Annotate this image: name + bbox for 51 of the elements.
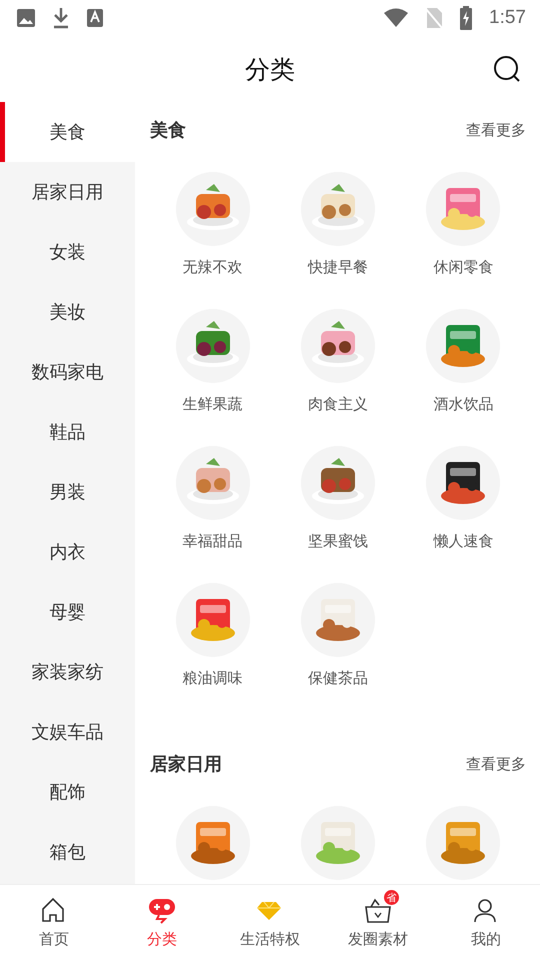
category-label[interactable]: 肉食主义 xyxy=(308,395,368,414)
sidebar-item[interactable]: 居家日用 xyxy=(0,162,135,222)
category-label[interactable]: 生鲜果蔬 xyxy=(182,395,243,414)
sidebar-item[interactable]: 家装家纺 xyxy=(0,642,135,702)
sidebar-item[interactable]: 美食 xyxy=(0,102,135,162)
section-title: 美食 xyxy=(150,119,186,142)
battery-charging-icon xyxy=(459,6,474,30)
status-time: 1:57 xyxy=(489,7,526,29)
sidebar-item[interactable]: 母婴 xyxy=(0,582,135,642)
home-icon xyxy=(39,896,67,924)
category-label[interactable]: 快捷早餐 xyxy=(308,258,368,277)
category-label[interactable]: 粮油调味 xyxy=(182,669,243,688)
sidebar-item[interactable]: 箱包 xyxy=(0,822,135,882)
wifi-icon xyxy=(383,8,410,28)
category-label[interactable]: 酒水饮品 xyxy=(433,395,494,414)
tab-label: 我的 xyxy=(471,930,501,949)
badge: 省 xyxy=(384,890,399,905)
download-icon xyxy=(52,7,70,29)
tab-label: 首页 xyxy=(39,930,69,949)
sidebar-item[interactable]: 女装 xyxy=(0,222,135,282)
tab-bar-item[interactable]: 分类 xyxy=(108,885,216,960)
tab-label: 发圈素材 xyxy=(348,930,408,949)
sidebar-item[interactable]: 鞋品 xyxy=(0,402,135,462)
see-more-link[interactable]: 查看更多 xyxy=(466,120,526,140)
see-more-link[interactable]: 查看更多 xyxy=(466,754,526,774)
category-label[interactable]: 休闲零食 xyxy=(433,258,494,277)
category-label[interactable]: 坚果蜜饯 xyxy=(308,532,368,551)
sidebar-item[interactable]: 美妆 xyxy=(0,282,135,342)
category-label[interactable]: 保健茶品 xyxy=(308,669,368,688)
tab-bar-item[interactable]: 首页 xyxy=(0,885,108,960)
page-title: 分类 xyxy=(245,54,295,86)
user-icon xyxy=(471,896,499,924)
tab-bar-item[interactable]: 省 发圈素材 xyxy=(324,885,432,960)
section-title: 居家日用 xyxy=(150,753,222,776)
tab-bar-item[interactable]: 生活特权 xyxy=(216,885,324,960)
category-label[interactable]: 幸福甜品 xyxy=(182,532,243,551)
tab-bar-item[interactable]: 我的 xyxy=(432,885,540,960)
category-label[interactable]: 懒人速食 xyxy=(433,532,494,551)
sidebar-item[interactable]: 配饰 xyxy=(0,762,135,822)
tab-label: 分类 xyxy=(147,930,177,949)
sidebar-item[interactable]: 数码家电 xyxy=(0,342,135,402)
tab-label: 生活特权 xyxy=(240,930,300,949)
chat-bubble-icon xyxy=(147,896,177,926)
image-icon xyxy=(16,8,36,28)
category-label[interactable]: 无辣不欢 xyxy=(182,258,243,277)
no-sim-icon xyxy=(425,7,444,29)
sidebar-item[interactable]: 文娱车品 xyxy=(0,702,135,762)
sidebar-item[interactable]: 男装 xyxy=(0,462,135,522)
sidebar-item[interactable]: 内衣 xyxy=(0,522,135,582)
font-icon xyxy=(86,8,104,28)
search-button[interactable] xyxy=(492,54,522,84)
